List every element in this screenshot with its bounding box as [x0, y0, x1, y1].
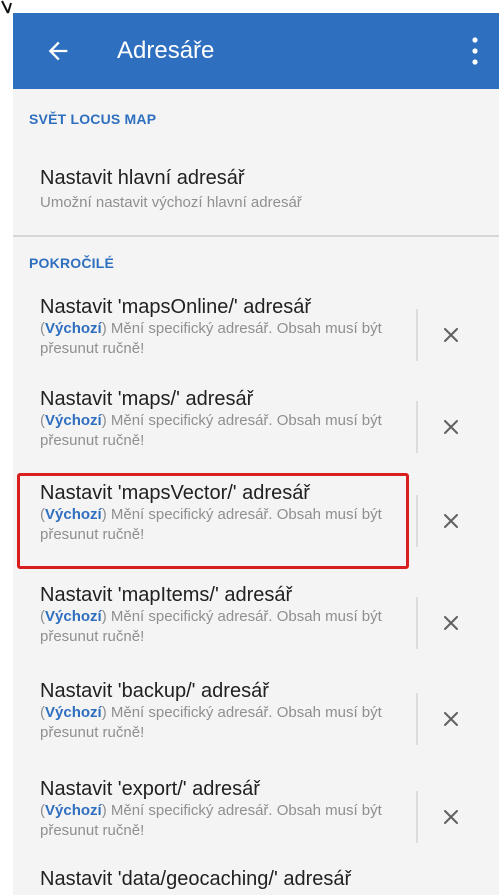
app-bar: Adresáře [13, 13, 499, 89]
directory-row-export[interactable]: Nastavit 'export/' adresář (Výchozí) Měn… [13, 777, 499, 873]
default-label: Výchozí [45, 506, 102, 523]
clear-directory-button[interactable] [439, 707, 463, 731]
directory-row-text: Nastavit 'backup/' adresář (Výchozí) Měn… [40, 679, 408, 743]
section-header-advanced: POKROČILÉ [29, 255, 115, 271]
directory-row-title: Nastavit 'maps/' adresář [40, 388, 254, 410]
directory-row-mapsvector[interactable]: Nastavit 'mapsVector/' adresář (Výchozí)… [13, 481, 499, 577]
close-icon [444, 616, 458, 630]
row-separator [416, 597, 418, 649]
more-vert-icon[interactable] [461, 29, 489, 73]
row-separator [416, 693, 418, 745]
default-label: Výchozí [45, 320, 102, 337]
close-icon [444, 712, 458, 726]
directory-row-title: Nastavit 'mapItems/' adresář [40, 584, 293, 606]
close-icon [444, 514, 458, 528]
directory-row-description: (Výchozí) Mění specifický adresář. Obsah… [40, 411, 408, 451]
directory-row-maps[interactable]: Nastavit 'maps/' adresář (Výchozí) Mění … [13, 387, 499, 483]
directory-row-text: Nastavit 'export/' adresář (Výchozí) Měn… [40, 777, 408, 841]
back-arrow-icon[interactable] [35, 28, 81, 74]
section-divider [13, 235, 499, 237]
partial-directory-row[interactable]: Nastavit 'data/geocaching/' adresář [40, 867, 351, 891]
close-icon [444, 328, 458, 342]
clear-directory-button[interactable] [439, 509, 463, 533]
directory-row-text: Nastavit 'maps/' adresář (Výchozí) Mění … [40, 387, 408, 451]
directory-row-title: Nastavit 'export/' adresář [40, 778, 260, 800]
directory-row-description: (Výchozí) Mění specifický adresář. Obsah… [40, 703, 408, 743]
directory-row-title: Nastavit 'mapsVector/' adresář [40, 482, 310, 504]
set-main-directory-subtitle: Umožní nastavit výchozí hlavní adresář [40, 194, 302, 211]
directory-row-text: Nastavit 'mapItems/' adresář (Výchozí) M… [40, 583, 408, 647]
screenshot-frame: Adresáře SVĚT LOCUS MAP Nastavit hlavní … [0, 0, 501, 895]
set-main-directory-title: Nastavit hlavní adresář [40, 167, 245, 189]
default-label: Výchozí [45, 608, 102, 625]
row-separator [416, 495, 418, 547]
clear-directory-button[interactable] [439, 611, 463, 635]
directory-row-description: (Výchozí) Mění specifický adresář. Obsah… [40, 607, 408, 647]
row-separator [416, 309, 418, 361]
close-icon [444, 420, 458, 434]
clear-directory-button[interactable] [439, 323, 463, 347]
directory-row-text: Nastavit 'mapsOnline/' adresář (Výchozí)… [40, 295, 408, 359]
page-title: Adresáře [117, 37, 215, 64]
directory-row-mapitems[interactable]: Nastavit 'mapItems/' adresář (Výchozí) M… [13, 583, 499, 679]
clear-directory-button[interactable] [439, 415, 463, 439]
set-main-directory-item[interactable]: Nastavit hlavní adresář Umožní nastavit … [40, 166, 460, 212]
default-label: Výchozí [45, 704, 102, 721]
directory-row-backup[interactable]: Nastavit 'backup/' adresář (Výchozí) Měn… [13, 679, 499, 775]
close-icon [444, 810, 458, 824]
row-separator [416, 791, 418, 843]
default-label: Výchozí [45, 412, 102, 429]
default-label: Výchozí [45, 802, 102, 819]
directory-row-title: Nastavit 'mapsOnline/' adresář [40, 296, 312, 318]
directory-row-text: Nastavit 'mapsVector/' adresář (Výchozí)… [40, 481, 408, 545]
directory-row-mapsonline[interactable]: Nastavit 'mapsOnline/' adresář (Výchozí)… [13, 295, 499, 391]
section-header-world: SVĚT LOCUS MAP [29, 111, 157, 127]
directory-row-description: (Výchozí) Mění specifický adresář. Obsah… [40, 801, 408, 841]
row-separator [416, 401, 418, 453]
directory-row-description: (Výchozí) Mění specifický adresář. Obsah… [40, 505, 408, 545]
directory-row-title: Nastavit 'backup/' adresář [40, 680, 269, 702]
directory-row-description: (Výchozí) Mění specifický adresář. Obsah… [40, 319, 408, 359]
clear-directory-button[interactable] [439, 805, 463, 829]
settings-list: SVĚT LOCUS MAP Nastavit hlavní adresář U… [13, 89, 499, 895]
